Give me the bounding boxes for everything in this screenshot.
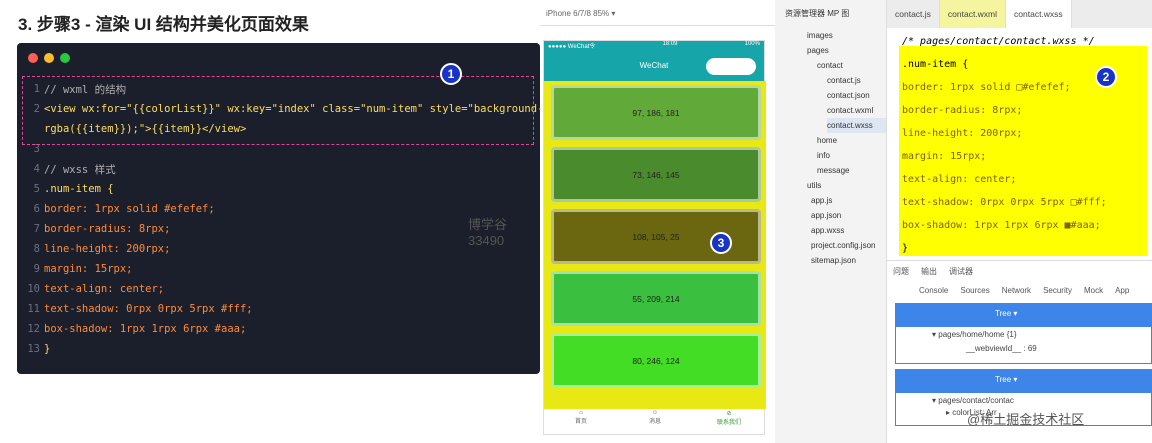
appdata-toolbar-2: Tree ▾ — [895, 369, 1152, 392]
device-select[interactable]: iPhone 6/7/8 85% ▾ — [546, 9, 615, 18]
contact-icon: ⊘ — [726, 411, 732, 417]
code-line: 11 text-shadow: 0rpx 0rpx 5rpx #fff; — [27, 303, 253, 315]
devtools-panel: 问题 输出 调试器 Console Sources Network Security Moc… — [887, 260, 1152, 443]
code-line: 4// wxss 样式 — [33, 163, 116, 176]
capsule-menu[interactable] — [706, 58, 756, 75]
item-list[interactable]: 97, 186, 181 73, 146, 145 108, 105, 25 5… — [544, 81, 766, 409]
folder-pages[interactable]: pages — [807, 43, 886, 58]
nav-title: WeChat — [639, 61, 669, 70]
code-line: 9 margin: 15rpx; — [33, 263, 133, 275]
tab-message[interactable]: ☺ 消息 — [618, 406, 692, 434]
appdata-toolbar: Tree ▾ — [895, 303, 1152, 326]
devtools-top-tabs: 问题 输出 调试器 — [893, 267, 973, 276]
badge-2: 2 — [1095, 66, 1117, 88]
num-item: 55, 209, 214 — [551, 271, 761, 326]
nav-bar: WeChat — [544, 51, 764, 81]
folder-info[interactable]: info — [817, 148, 886, 163]
tab-bar: ⌂ 首页 ☺ 消息 ⊘ 联系我们 — [544, 406, 766, 434]
file-project-config[interactable]: project.config.json — [811, 238, 886, 253]
simulator-toolbar: iPhone 6/7/8 85% ▾ — [540, 0, 775, 26]
file-app-js[interactable]: app.js — [811, 193, 886, 208]
file-app-wxss[interactable]: app.wxss — [811, 223, 886, 238]
file-app-json[interactable]: app.json — [811, 208, 886, 223]
num-item: 80, 246, 124 — [551, 333, 761, 388]
file-contact-js[interactable]: contact.js — [827, 73, 886, 88]
folder-contact[interactable]: contact — [817, 58, 886, 73]
file-contact-wxss[interactable]: contact.wxss — [827, 118, 886, 133]
file-contact-wxml[interactable]: contact.wxml — [827, 103, 886, 118]
num-item: 97, 186, 181 — [551, 85, 761, 140]
minimize-dot-icon — [44, 53, 54, 63]
code-editor: contact.js contact.wxml contact.wxss /* … — [887, 0, 1152, 260]
tab-home[interactable]: ⌂ 首页 — [544, 406, 618, 434]
watermark: 博学谷 33490 — [468, 217, 508, 248]
status-bar: ●●●●● WeChat令 18:09 100% — [544, 41, 764, 51]
code-line: 5 .num-item { — [33, 183, 114, 195]
num-item: 73, 146, 145 — [551, 147, 761, 202]
file-sitemap[interactable]: sitemap.json — [811, 253, 886, 268]
folder-message[interactable]: message — [817, 163, 886, 178]
code-line: 10 text-align: center; — [27, 283, 165, 295]
dashed-highlight — [22, 76, 534, 145]
code-line: 12 box-shadow: 1rpx 1rpx 6rpx #aaa; — [27, 323, 247, 335]
close-dot-icon — [28, 53, 38, 63]
tree-select-2[interactable]: Tree ▾ — [995, 375, 1017, 384]
tab-contact-wxml[interactable]: contact.wxml — [939, 0, 1007, 28]
maximize-dot-icon — [60, 53, 70, 63]
badge-1: 1 — [440, 63, 462, 85]
tab-contact-wxss[interactable]: contact.wxss — [1006, 0, 1072, 28]
editor-code[interactable]: /* pages/contact/contact.wxss */ .num-it… — [902, 30, 1107, 260]
badge-3: 3 — [710, 232, 732, 254]
code-line: 13} — [27, 343, 51, 355]
file-contact-json[interactable]: contact.json — [827, 88, 886, 103]
file-explorer: 资源管理器 MP 图 images pages contact contact.… — [775, 0, 887, 443]
tree-panel-1: ▾ pages/home/home {1} __webviewId__ : 69 — [895, 326, 1152, 364]
tab-contact[interactable]: ⊘ 联系我们 — [692, 406, 766, 434]
explorer-title: 资源管理器 MP 图 — [785, 9, 850, 18]
folder-home[interactable]: home — [817, 133, 886, 148]
folder-utils[interactable]: utils — [807, 178, 886, 193]
page-heading: 3. 步骤3 - 渲染 UI 结构并美化页面效果 — [18, 15, 309, 34]
tree-select[interactable]: Tree ▾ — [995, 309, 1017, 318]
devtools-tabs: Console Sources Network Security Mock App — [919, 286, 1130, 295]
phone-simulator: ●●●●● WeChat令 18:09 100% WeChat 97, 186,… — [543, 40, 766, 435]
editor-tabs: contact.js contact.wxml contact.wxss — [887, 0, 1152, 28]
tab-contact-js[interactable]: contact.js — [887, 0, 940, 28]
watermark-juejin: @稀土掘金技术社区 — [967, 412, 1085, 427]
window-controls — [28, 53, 70, 63]
folder-images[interactable]: images — [807, 28, 886, 43]
